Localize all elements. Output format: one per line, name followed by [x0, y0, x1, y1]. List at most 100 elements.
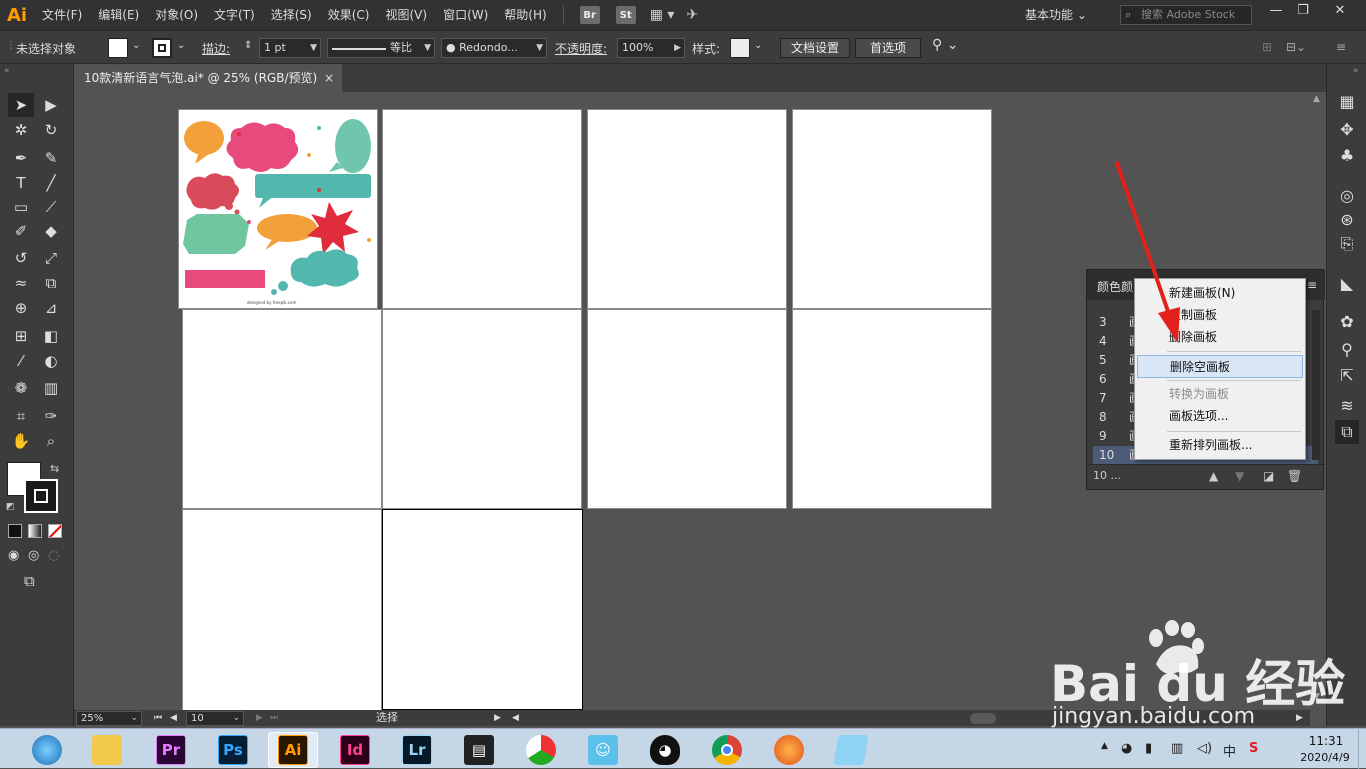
collapse-icon[interactable]: « — [4, 66, 10, 76]
delete-artboard-icon[interactable]: 🗑 — [1287, 469, 1302, 483]
menu-edit[interactable]: 编辑(E) — [90, 0, 147, 30]
artboard-2[interactable] — [382, 109, 582, 309]
status-menu-icon[interactable]: ▶ — [494, 711, 501, 725]
type-tool-icon[interactable]: T — [8, 171, 34, 195]
qq-tray-icon[interactable]: ◕ — [1121, 741, 1132, 756]
blend-tool-icon[interactable]: ◐ — [38, 349, 64, 373]
document-tab[interactable]: 10款清新语言气泡.ai* @ 25% (RGB/预览) × — [74, 64, 342, 92]
opacity-field[interactable]: 100% ▶ — [617, 38, 685, 58]
chevron-down-icon[interactable]: ⌄ — [177, 40, 185, 51]
artboard-9[interactable] — [182, 509, 382, 710]
stroke-swatch[interactable] — [152, 38, 172, 58]
menu-item-convert-to-artboard[interactable]: 转换为画板 — [1137, 383, 1303, 405]
workspace-switcher[interactable]: 基本功能 ⌄ — [1025, 0, 1087, 30]
swap-colors-icon[interactable]: ⇆ — [50, 462, 59, 475]
selection-tool-icon[interactable]: ➤ — [8, 93, 34, 117]
scroll-up-icon[interactable]: ▲ — [1313, 94, 1320, 104]
menu-item-artboard-options[interactable]: 画板选项... — [1137, 405, 1303, 427]
zoom-dropdown[interactable]: 25% ⌄ — [76, 711, 142, 726]
warp-tool-icon[interactable]: ≈ — [8, 271, 34, 295]
image-trace-icon[interactable]: ⚲ — [1335, 338, 1359, 362]
menu-item-delete-empty-artboards[interactable]: 删除空画板 — [1137, 355, 1303, 378]
eraser-icon[interactable]: ◆ — [38, 219, 64, 243]
links-icon[interactable]: ⇱ — [1335, 364, 1359, 388]
stock-button[interactable]: St — [615, 6, 636, 24]
taskbar-premiere[interactable]: Pr — [146, 732, 196, 768]
new-artboard-icon[interactable]: ◪ — [1263, 469, 1274, 483]
opacity-label[interactable]: 不透明度: — [555, 40, 607, 57]
panel-menu-icon[interactable]: ≡ — [1307, 278, 1317, 292]
screen-mode-icon[interactable]: ⧉ — [24, 572, 35, 590]
taskbar-notes[interactable] — [826, 732, 876, 768]
stroke-label[interactable]: 描边: — [202, 40, 230, 57]
magic-wand-icon[interactable]: ✲ — [8, 118, 34, 142]
menu-help[interactable]: 帮助(H) — [496, 0, 554, 30]
shape-builder-icon[interactable]: ⊕ — [8, 296, 34, 320]
bridge-button[interactable]: Br — [579, 6, 600, 24]
chevron-down-icon[interactable]: ⌄ — [754, 40, 762, 51]
chevron-down-icon[interactable]: ⌄ — [132, 40, 140, 51]
sogou-icon[interactable]: S — [1249, 741, 1258, 756]
artboard-5[interactable] — [182, 309, 382, 509]
stock-search-input[interactable]: ⌕ 搜索 Adobe Stock — [1120, 5, 1252, 25]
gradient-tool-icon[interactable]: ◧ — [38, 324, 64, 348]
free-transform-icon[interactable]: ⧉ — [38, 271, 64, 295]
color-guide-icon[interactable]: ✿ — [1335, 310, 1359, 334]
restore-button[interactable]: ❐ — [1285, 0, 1321, 22]
direct-selection-tool-icon[interactable]: ▶ — [38, 93, 64, 117]
layers-icon[interactable]: ≋ — [1335, 394, 1359, 418]
horizontal-scroll-thumb[interactable] — [970, 713, 996, 724]
paintbrush-icon[interactable]: ⟋ — [38, 195, 64, 219]
color-mode-icon[interactable] — [8, 524, 22, 538]
pen-tool-icon[interactable]: ✒ — [8, 146, 34, 170]
close-icon[interactable]: × — [324, 64, 334, 92]
menu-icon[interactable]: ≡ — [1336, 40, 1346, 54]
gradient-mode-icon[interactable] — [28, 524, 42, 538]
artboard-10[interactable] — [382, 509, 583, 710]
scale-tool-icon[interactable]: ⤢ — [38, 246, 64, 270]
collapse-icon[interactable]: » — [1353, 66, 1359, 76]
artboard-4[interactable] — [792, 109, 992, 309]
perspective-grid-icon[interactable]: ⊿ — [38, 296, 64, 320]
slice-tool-icon[interactable]: ✑ — [38, 404, 64, 428]
move-up-icon[interactable]: ▲ — [1209, 469, 1218, 483]
taskbar-qq[interactable]: ◕ — [640, 732, 690, 768]
export-icon[interactable]: ⎘ — [1335, 232, 1359, 256]
symbols-icon[interactable]: ♣ — [1335, 144, 1359, 168]
pin-icon[interactable]: ⚲ ⌄ — [932, 37, 958, 53]
artboard-8[interactable] — [792, 309, 992, 509]
default-colors-icon[interactable]: ◩ — [6, 502, 15, 512]
brushes-icon[interactable]: ✥ — [1335, 118, 1359, 142]
mesh-tool-icon[interactable]: ⊞ — [8, 324, 34, 348]
brush-dropdown[interactable]: ● Redondo... ▼ — [441, 38, 547, 58]
taskbar-photoshop[interactable]: Ps — [208, 732, 258, 768]
hand-tool-icon[interactable]: ✋ — [8, 429, 34, 453]
last-artboard-icon[interactable]: ⏭ — [270, 711, 278, 725]
menu-view[interactable]: 视图(V) — [377, 0, 435, 30]
network-icon[interactable]: ▥ — [1171, 741, 1183, 756]
menu-type[interactable]: 文字(T) — [206, 0, 263, 30]
draw-normal-icon[interactable]: ◉ — [8, 548, 19, 563]
draw-behind-icon[interactable]: ◎ — [28, 548, 39, 563]
menu-select[interactable]: 选择(S) — [263, 0, 320, 30]
gpu-rocket-icon[interactable]: ✈ — [686, 7, 698, 23]
lasso-icon[interactable]: ↻ — [38, 118, 64, 142]
prev-artboard-icon[interactable]: ◀ — [170, 711, 177, 725]
rectangle-tool-icon[interactable]: ▭ — [8, 195, 34, 219]
gradient-panel-icon[interactable]: ◣ — [1335, 272, 1359, 296]
symbol-sprayer-icon[interactable]: ❁ — [8, 376, 34, 400]
clock-date[interactable]: 2020/4/9 — [1290, 751, 1360, 764]
taskbar-wechat-app[interactable]: ☺ — [578, 732, 628, 768]
move-down-icon[interactable]: ▼ — [1235, 469, 1244, 483]
artboards-icon[interactable]: ⧉ — [1335, 420, 1359, 444]
appearance-icon[interactable]: ⊛ — [1335, 208, 1359, 232]
tray-expand-icon[interactable]: ▲ — [1101, 741, 1108, 751]
none-mode-icon[interactable] — [48, 524, 62, 538]
draw-inside-icon[interactable]: ◌ — [48, 548, 59, 563]
volume-icon[interactable]: ◁) — [1197, 741, 1212, 756]
first-artboard-icon[interactable]: ⏮ — [154, 711, 162, 725]
preferences-button[interactable]: 首选项 — [855, 38, 921, 58]
menu-window[interactable]: 窗口(W) — [435, 0, 496, 30]
rotate-tool-icon[interactable]: ↺ — [8, 246, 34, 270]
panel-scrollbar[interactable] — [1312, 310, 1320, 460]
